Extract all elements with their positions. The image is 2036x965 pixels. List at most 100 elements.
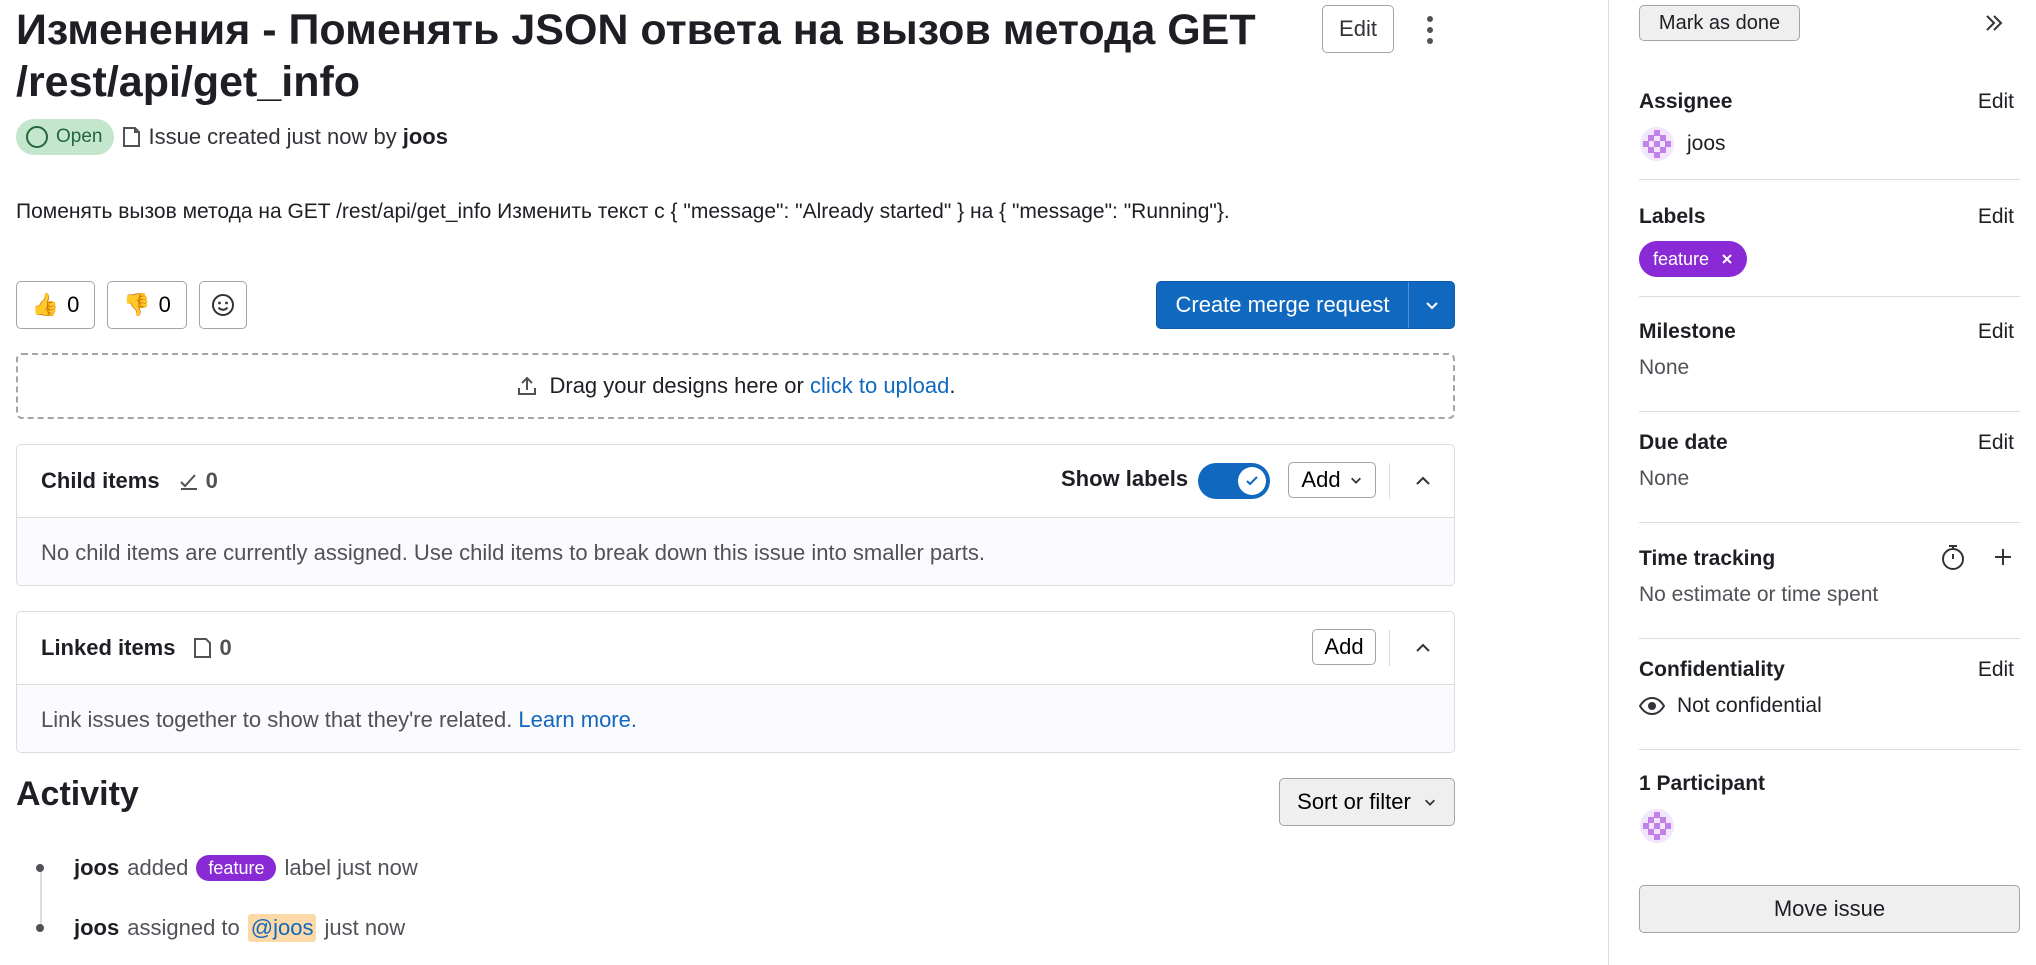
add-reaction-button[interactable] [199, 281, 247, 329]
confidentiality-section: Confidentiality Edit Not confidential [1639, 658, 2020, 750]
chevron-down-icon [1425, 302, 1438, 310]
dropzone-text: Drag your designs here or [549, 373, 804, 398]
linked-items-add-button[interactable]: Add [1312, 629, 1376, 665]
edit-title-button[interactable]: Edit [1322, 5, 1394, 53]
learn-more-link[interactable]: Learn more. [518, 707, 637, 733]
thumbs-up-count: 0 [67, 292, 80, 317]
avatar-icon[interactable] [1639, 808, 1675, 844]
milestone-section: Milestone Edit None [1639, 320, 2020, 412]
child-items-add-label: Add [1301, 467, 1341, 492]
author-link[interactable]: joos [403, 124, 448, 150]
activity-user[interactable]: joos [74, 915, 119, 941]
linked-items-header: Linked items 0 Add [17, 612, 1454, 684]
issue-description: Поменять вызов метода на GET /rest/api/g… [16, 200, 1230, 223]
activity-title: Activity [16, 775, 139, 813]
child-items-add-button[interactable]: Add [1288, 462, 1376, 498]
time-tracking-title: Time tracking [1639, 547, 1776, 570]
linked-items-card: Linked items 0 Add Link issues together … [16, 611, 1455, 753]
create-merge-request-button[interactable]: Create merge request [1157, 282, 1409, 328]
thumbs-down-button[interactable]: 👎 0 [107, 281, 187, 329]
check-icon [1238, 467, 1266, 495]
child-items-title: Child items [41, 468, 160, 493]
thumbs-down-icon: 👎 [123, 292, 151, 317]
label-badge[interactable]: feature [1639, 241, 1748, 277]
activity-suffix: just now [324, 915, 406, 940]
child-items-count-value: 0 [205, 468, 218, 493]
due-date-value: None [1639, 467, 1690, 490]
chevron-up-icon[interactable] [1409, 634, 1437, 662]
confidentiality-value: Not confidential [1639, 694, 1822, 718]
page-title: Изменения - Поменять JSON ответа на вызо… [16, 6, 1256, 106]
participants-section: 1 Participant [1639, 772, 2020, 864]
activity-item: joos assigned to @joos just now [34, 914, 405, 942]
linked-items-icon [194, 638, 212, 658]
due-date-title: Due date [1639, 431, 1728, 454]
merge-request-options-button[interactable] [1409, 282, 1454, 328]
move-issue-button[interactable]: Move issue [1639, 885, 2020, 933]
linked-items-empty: Link issues together to show that they'r… [17, 684, 1454, 752]
due-date-edit-button[interactable]: Edit [1978, 431, 2014, 455]
confidentiality-edit-button[interactable]: Edit [1978, 658, 2014, 682]
timeline-dot [36, 864, 44, 872]
assignee-edit-button[interactable]: Edit [1978, 90, 2014, 114]
chevron-down-icon [1350, 477, 1361, 484]
show-labels-toggle[interactable] [1198, 463, 1270, 499]
labels-value: feature [1639, 241, 1748, 277]
activity-user[interactable]: joos [74, 855, 119, 881]
chevron-down-icon [1424, 799, 1435, 806]
close-icon[interactable] [1721, 253, 1733, 265]
timer-icon[interactable] [1940, 543, 1966, 571]
child-items-card: Child items 0 Show labels Add No child i… [16, 444, 1455, 586]
milestone-edit-button[interactable]: Edit [1978, 320, 2014, 344]
due-date-section: Due date Edit None [1639, 431, 2020, 523]
user-mention[interactable]: @joos [247, 914, 317, 942]
mark-as-done-button[interactable]: Mark as done [1639, 5, 1800, 41]
timeline-dot [36, 924, 44, 932]
dropzone-suffix: . [949, 373, 956, 398]
avatar-icon [1640, 127, 1674, 161]
create-merge-request-split-button: Create merge request [1156, 281, 1455, 329]
child-items-header: Child items 0 Show labels Add [17, 445, 1454, 517]
participants-title: 1 Participant [1639, 772, 1766, 795]
eye-icon [1639, 696, 1665, 716]
issue-main: Изменения - Поменять JSON ответа на вызо… [0, 0, 1480, 965]
activity-item: joos added feature label just now [34, 855, 418, 881]
expand-sidebar-icon[interactable] [1979, 8, 2009, 38]
linked-items-count: 0 [193, 635, 232, 661]
status-text: Open [56, 126, 103, 147]
label-name: feature [1653, 248, 1710, 269]
participants-list [1639, 808, 1675, 844]
child-items-icon [179, 474, 197, 490]
linked-items-empty-text: Link issues together to show that they'r… [41, 706, 513, 732]
labels-edit-button[interactable]: Edit [1978, 205, 2014, 229]
time-tracking-value: No estimate or time spent [1639, 583, 1879, 606]
created-text: Issue created just now by [148, 124, 397, 149]
milestone-title: Milestone [1639, 320, 1736, 343]
emoji-add-icon [212, 294, 234, 316]
confidentiality-title: Confidentiality [1639, 658, 1785, 681]
linked-items-count-value: 0 [219, 635, 232, 660]
plus-icon[interactable] [1992, 546, 2014, 568]
status-badge: Open [16, 119, 115, 155]
activity-action: assigned to [127, 915, 240, 940]
upload-link[interactable]: click to upload [810, 373, 949, 398]
thumbs-up-button[interactable]: 👍 0 [16, 281, 95, 329]
kebab-icon[interactable] [1420, 12, 1440, 48]
label-badge[interactable]: feature [196, 855, 277, 881]
linked-items-title: Linked items [41, 635, 176, 660]
thumbs-down-count: 0 [158, 292, 171, 317]
issue-type-icon [122, 126, 142, 148]
divider [1389, 463, 1390, 499]
upload-icon [518, 376, 537, 395]
labels-section: Labels Edit feature [1639, 205, 2020, 297]
sort-or-filter-button[interactable]: Sort or filter [1279, 778, 1455, 826]
time-tracking-actions [1940, 543, 2014, 571]
time-tracking-section: Time tracking No estimate or time spent [1639, 545, 2020, 639]
design-dropzone[interactable]: Drag your designs here or click to uploa… [16, 353, 1455, 419]
child-items-empty-text: No child items are currently assigned. U… [17, 517, 1454, 585]
sort-or-filter-label: Sort or filter [1297, 789, 1411, 814]
open-status-icon [26, 126, 48, 148]
issue-sidebar: Mark as done Assignee Edit joos Labels E… [1608, 0, 2036, 965]
chevron-up-icon[interactable] [1409, 467, 1437, 495]
assignee-value[interactable]: joos [1639, 126, 1726, 162]
